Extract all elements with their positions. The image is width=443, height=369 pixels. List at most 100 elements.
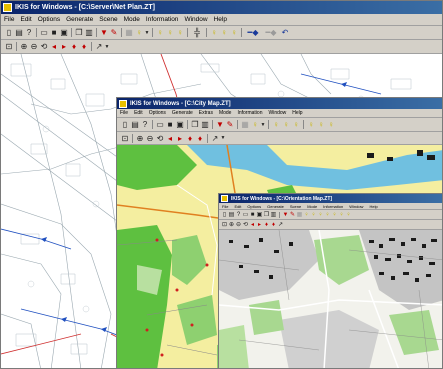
open-icon[interactable]: ▤ bbox=[130, 120, 140, 129]
measure-icon[interactable]: ↗ bbox=[94, 42, 104, 51]
menu-edit[interactable]: Edit bbox=[131, 110, 146, 116]
pin-icon[interactable]: ♦ bbox=[79, 42, 89, 51]
pin-icon[interactable]: ♦ bbox=[69, 42, 79, 51]
folder-icon[interactable]: ▭ bbox=[242, 211, 249, 218]
new-icon[interactable]: ▯ bbox=[120, 120, 130, 129]
select-icon[interactable]: ⊡ bbox=[221, 221, 228, 228]
main-titlebar[interactable]: IKIS for Windows - [C:\Server\Net Plan.Z… bbox=[1, 1, 442, 14]
print-icon[interactable]: ▣ bbox=[256, 211, 263, 218]
lightbulb-icon[interactable]: ♀ bbox=[291, 120, 301, 129]
paste-icon[interactable]: ▥ bbox=[200, 120, 210, 129]
menu-scene[interactable]: Scene bbox=[96, 16, 120, 23]
menu-file[interactable]: File bbox=[117, 110, 131, 116]
menu-information[interactable]: Information bbox=[320, 204, 346, 209]
zoom-out-icon[interactable]: ⊖ bbox=[235, 221, 242, 228]
menu-mode[interactable]: Mode bbox=[304, 204, 320, 209]
line-dash-icon[interactable]: ━◆ bbox=[262, 28, 280, 37]
menu-window[interactable]: Window bbox=[181, 16, 210, 23]
pan-icon[interactable]: ⟲ bbox=[39, 42, 49, 51]
menu-generate[interactable]: Generate bbox=[264, 204, 287, 209]
lightbulb-icon[interactable]: ♀ bbox=[338, 212, 345, 218]
copy-icon[interactable]: ❐ bbox=[190, 120, 200, 129]
lightbulb-icon[interactable]: ♀ bbox=[165, 28, 175, 37]
orientation-map-canvas[interactable] bbox=[219, 230, 442, 368]
menu-options[interactable]: Options bbox=[35, 16, 63, 23]
lightbulb-icon[interactable]: ♀ bbox=[219, 28, 229, 37]
open-icon[interactable]: ▤ bbox=[14, 28, 24, 37]
menu-window[interactable]: Window bbox=[265, 110, 289, 116]
select-icon[interactable]: ⊡ bbox=[120, 134, 130, 143]
orientation-map-titlebar[interactable]: IKIS for Windows - [C:\Orientation Map.Z… bbox=[219, 194, 442, 203]
print-icon[interactable]: ▣ bbox=[59, 28, 69, 37]
lightbulb-icon[interactable]: ♀ bbox=[250, 120, 260, 129]
new-icon[interactable]: ▯ bbox=[4, 28, 14, 37]
lightbulb-icon[interactable]: ♀ bbox=[271, 120, 281, 129]
menu-options[interactable]: Options bbox=[244, 204, 264, 209]
filter-icon[interactable]: ▼ bbox=[282, 212, 289, 218]
pan-icon[interactable]: ⟲ bbox=[242, 221, 249, 228]
paste-icon[interactable]: ▥ bbox=[84, 28, 94, 37]
arrow-left-icon[interactable]: ◂ bbox=[49, 42, 59, 51]
save-icon[interactable]: ■ bbox=[249, 212, 256, 218]
layer-icon[interactable]: ▦ bbox=[240, 120, 250, 129]
eraser-icon[interactable]: ✎ bbox=[109, 28, 119, 37]
layer-icon[interactable]: ▦ bbox=[124, 28, 134, 37]
lightbulb-icon[interactable]: ♀ bbox=[306, 120, 316, 129]
layer-icon[interactable]: ▦ bbox=[296, 211, 303, 218]
lightbulb-icon[interactable]: ♀ bbox=[345, 212, 352, 218]
dropdown-icon[interactable]: ▼ bbox=[104, 44, 110, 50]
eraser-icon[interactable]: ✎ bbox=[289, 211, 296, 218]
network-icon[interactable]: ╬ bbox=[190, 28, 204, 37]
lightbulb-icon[interactable]: ♀ bbox=[209, 28, 219, 37]
eraser-icon[interactable]: ✎ bbox=[225, 120, 235, 129]
menu-mode[interactable]: Mode bbox=[121, 16, 143, 23]
lightbulb-icon[interactable]: ♀ bbox=[331, 212, 338, 218]
measure-icon[interactable]: ↗ bbox=[210, 134, 220, 143]
menu-help[interactable]: Help bbox=[289, 110, 305, 116]
question-icon[interactable]: ? bbox=[235, 212, 242, 218]
save-icon[interactable]: ■ bbox=[49, 28, 59, 37]
filter-icon[interactable]: ▼ bbox=[99, 28, 109, 37]
print-icon[interactable]: ▣ bbox=[175, 120, 185, 129]
menu-extras[interactable]: Extras bbox=[196, 110, 216, 116]
menu-window[interactable]: Window bbox=[346, 204, 366, 209]
select-icon[interactable]: ⊡ bbox=[4, 42, 14, 51]
copy-icon[interactable]: ❐ bbox=[74, 28, 84, 37]
zoom-in-icon[interactable]: ⊕ bbox=[228, 221, 235, 228]
folder-icon[interactable]: ▭ bbox=[155, 120, 165, 129]
arrow-right-icon[interactable]: ▸ bbox=[256, 221, 263, 228]
question-icon[interactable]: ? bbox=[24, 28, 34, 37]
lightbulb-icon[interactable]: ♀ bbox=[134, 28, 144, 37]
menu-generate[interactable]: Generate bbox=[169, 110, 196, 116]
line-arrow-icon[interactable]: ━◆ bbox=[244, 28, 262, 37]
dropdown-icon[interactable]: ▼ bbox=[144, 30, 150, 36]
lightbulb-icon[interactable]: ♀ bbox=[310, 212, 317, 218]
menu-edit[interactable]: Edit bbox=[17, 16, 34, 23]
menu-file[interactable]: File bbox=[1, 16, 17, 23]
arrow-right-icon[interactable]: ▸ bbox=[175, 134, 185, 143]
pin-icon[interactable]: ♦ bbox=[263, 222, 270, 228]
pin-icon[interactable]: ♦ bbox=[195, 134, 205, 143]
arrow-left-icon[interactable]: ◂ bbox=[165, 134, 175, 143]
menu-file[interactable]: File bbox=[219, 204, 231, 209]
question-icon[interactable]: ? bbox=[140, 120, 150, 129]
dropdown-icon[interactable]: ▼ bbox=[260, 122, 266, 128]
pin-icon[interactable]: ♦ bbox=[270, 222, 277, 228]
pin-icon[interactable]: ♦ bbox=[185, 134, 195, 143]
lightbulb-icon[interactable]: ♀ bbox=[324, 212, 331, 218]
paste-icon[interactable]: ▥ bbox=[270, 211, 277, 218]
save-icon[interactable]: ■ bbox=[165, 120, 175, 129]
zoom-in-icon[interactable]: ⊕ bbox=[135, 134, 145, 143]
city-map-titlebar[interactable]: IKIS for Windows - [C:\City Map.ZT] bbox=[117, 98, 442, 109]
menu-help[interactable]: Help bbox=[211, 16, 230, 23]
menu-information[interactable]: Information bbox=[143, 16, 182, 23]
lightbulb-icon[interactable]: ♀ bbox=[229, 28, 239, 37]
menu-scene[interactable]: Scene bbox=[287, 204, 304, 209]
menu-mode[interactable]: Mode bbox=[216, 110, 235, 116]
zoom-out-icon[interactable]: ⊖ bbox=[29, 42, 39, 51]
lightbulb-icon[interactable]: ♀ bbox=[317, 212, 324, 218]
lightbulb-icon[interactable]: ♀ bbox=[175, 28, 185, 37]
lightbulb-icon[interactable]: ♀ bbox=[155, 28, 165, 37]
copy-icon[interactable]: ❐ bbox=[263, 211, 270, 218]
filter-icon[interactable]: ▼ bbox=[215, 120, 225, 129]
